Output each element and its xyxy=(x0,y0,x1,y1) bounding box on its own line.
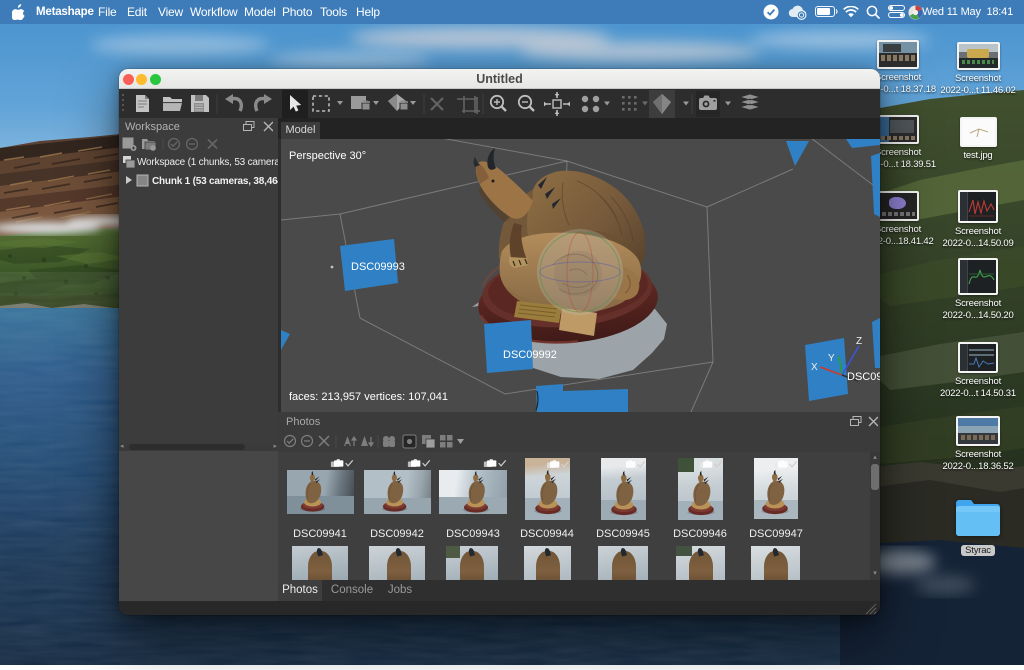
svg-text:DSC09992: DSC09992 xyxy=(503,349,557,361)
svg-text:Y: Y xyxy=(828,353,835,364)
svg-text:Perspective 30°: Perspective 30° xyxy=(289,150,366,162)
svg-text:DSC09993: DSC09993 xyxy=(351,261,405,273)
svg-text:faces: 213,957 vertices: 107,0: faces: 213,957 vertices: 107,041 xyxy=(289,391,448,403)
svg-text:X: X xyxy=(811,362,818,373)
svg-text:DSC099: DSC099 xyxy=(847,371,880,383)
svg-text:Z: Z xyxy=(856,336,862,347)
